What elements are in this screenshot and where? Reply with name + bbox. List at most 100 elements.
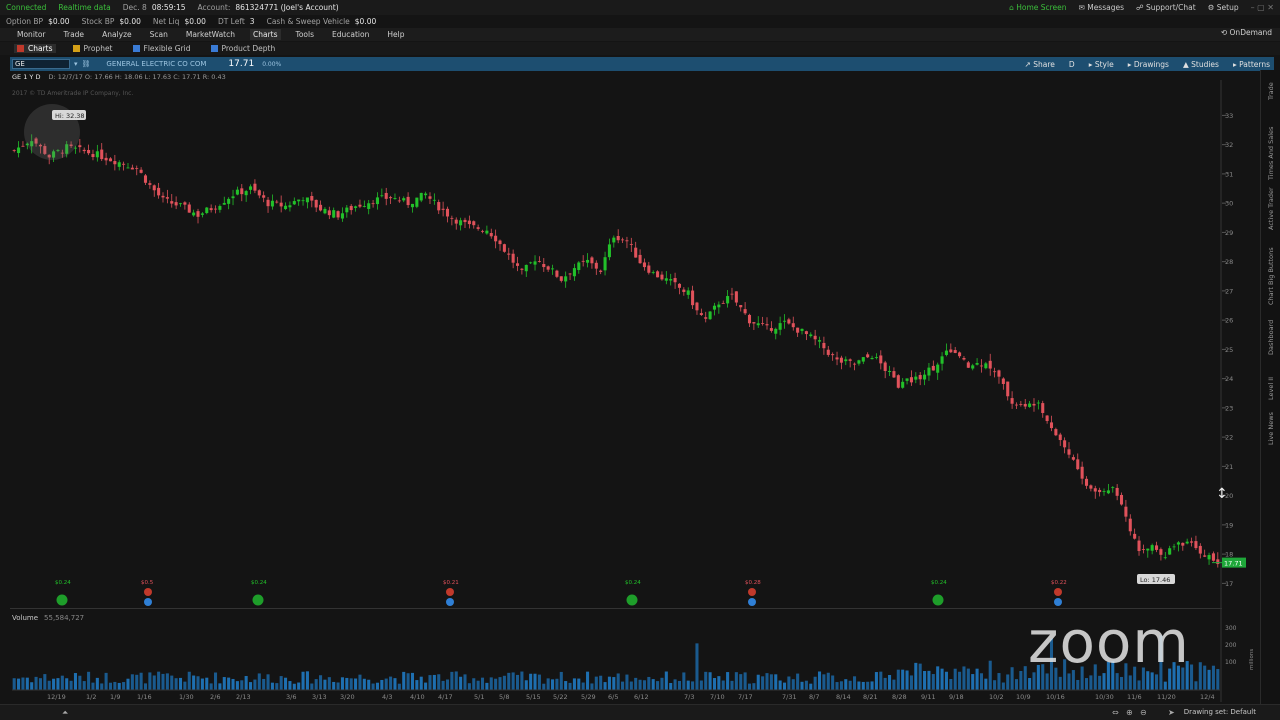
- candle-body: [21, 145, 25, 147]
- rail-tab-dashboard[interactable]: Dashboard: [1267, 320, 1275, 355]
- earnings-icon: [446, 588, 454, 596]
- candle-body: [1111, 487, 1115, 489]
- candle-body: [831, 354, 835, 356]
- chart-tool-patterns[interactable]: ▸ Patterns: [1233, 60, 1270, 69]
- messages-button[interactable]: ✉ Messages: [1079, 3, 1124, 12]
- menu-charts[interactable]: Charts: [250, 29, 281, 40]
- volume-bar: [340, 677, 344, 690]
- subtab-prophet[interactable]: Prophet: [70, 44, 116, 53]
- menu-scan[interactable]: Scan: [147, 29, 171, 40]
- candle-body: [12, 150, 16, 151]
- symbol-dropdown-icon[interactable]: ▾: [74, 60, 78, 68]
- rail-tab-times-and-sales[interactable]: Times And Sales: [1267, 127, 1275, 180]
- volume-bar: [524, 680, 528, 690]
- link-icon[interactable]: ⛓: [82, 60, 91, 68]
- rail-tab-active-trader[interactable]: Active Trader: [1267, 187, 1275, 230]
- support-chat-button[interactable]: ☍ Support/Chat: [1136, 3, 1196, 12]
- volume-bar: [682, 672, 686, 690]
- volume-bar: [844, 679, 848, 690]
- pan-icon[interactable]: ⇔: [1112, 708, 1119, 717]
- volume-bar: [165, 673, 169, 690]
- volume-bar: [358, 674, 362, 690]
- volume-bar: [1198, 662, 1202, 690]
- setup-button[interactable]: ⚙ Setup: [1208, 3, 1239, 12]
- volume-bar: [362, 678, 366, 690]
- home-screen-button[interactable]: ⌂ Home Screen: [1009, 3, 1066, 12]
- window-controls[interactable]: – ▢ ✕: [1251, 3, 1274, 12]
- account-selector[interactable]: Account: 861324771 (Joel's Account): [198, 3, 339, 12]
- candle-body: [192, 212, 196, 216]
- candle-body: [656, 271, 660, 278]
- zoom-in-icon[interactable]: ⊕: [1126, 708, 1133, 717]
- volume-bar: [489, 677, 493, 690]
- subtab-flexible-grid[interactable]: Flexible Grid: [130, 44, 194, 53]
- volume-bar: [485, 682, 489, 690]
- subtab-product-depth[interactable]: Product Depth: [208, 44, 279, 53]
- volume-bar: [43, 674, 47, 690]
- candle-body: [888, 370, 892, 372]
- volume-bar: [761, 676, 765, 690]
- subtab-charts[interactable]: Charts: [14, 44, 56, 53]
- subtab-icon: [17, 45, 24, 52]
- volume-bar: [161, 673, 165, 690]
- volume-bar: [402, 671, 406, 690]
- volume-bar: [235, 681, 239, 690]
- menu-help[interactable]: Help: [384, 29, 407, 40]
- volume-bar: [152, 675, 156, 690]
- candle-body: [1185, 541, 1189, 544]
- menu-marketwatch[interactable]: MarketWatch: [183, 29, 238, 40]
- menu-trade[interactable]: Trade: [61, 29, 88, 40]
- volume-bar: [739, 674, 743, 690]
- candle-body: [340, 213, 344, 219]
- symbol-input[interactable]: GE: [12, 59, 70, 69]
- candle-body: [1058, 434, 1062, 441]
- candle-body: [196, 211, 200, 217]
- ondemand-button[interactable]: ⟲ OnDemand: [1221, 28, 1272, 37]
- event-value-label: $0.24: [55, 580, 71, 586]
- candle-body: [511, 253, 515, 263]
- rail-tab-trade[interactable]: Trade: [1267, 82, 1275, 100]
- price-tick-label: 21: [1225, 463, 1233, 471]
- candle-body: [647, 265, 651, 273]
- candle-body: [406, 196, 410, 206]
- volume-bar: [958, 671, 962, 690]
- chart-tool-drawings[interactable]: ▸ Drawings: [1128, 60, 1169, 69]
- menu-tools[interactable]: Tools: [293, 29, 317, 40]
- candle-body: [1176, 542, 1180, 545]
- cursor-icon[interactable]: ➤: [1168, 708, 1175, 717]
- rail-tab-big-buttons[interactable]: Big Buttons: [1267, 247, 1275, 285]
- chart-tool-studies[interactable]: ▲ Studies: [1183, 60, 1219, 69]
- menu-analyze[interactable]: Analyze: [99, 29, 135, 40]
- chart-tool-share[interactable]: ↗ Share: [1025, 60, 1055, 69]
- rail-tab-live-news[interactable]: Live News: [1267, 412, 1275, 445]
- volume-bar: [1155, 674, 1159, 690]
- menu-education[interactable]: Education: [329, 29, 372, 40]
- candle-body: [1133, 533, 1137, 539]
- candle-body: [1163, 557, 1167, 559]
- volume-bar: [1058, 676, 1062, 690]
- candle-body: [721, 303, 725, 304]
- volume-bar: [664, 671, 668, 690]
- candle-body: [529, 262, 533, 264]
- chart-tool-d[interactable]: D: [1069, 60, 1075, 69]
- volume-bar: [656, 681, 660, 690]
- rail-tab-chart[interactable]: Chart: [1267, 287, 1275, 305]
- volume-bar: [336, 682, 340, 690]
- volume-bar: [428, 675, 432, 690]
- chart-tool-style[interactable]: ▸ Style: [1089, 60, 1114, 69]
- volume-bar: [883, 677, 887, 690]
- volume-bar: [901, 669, 905, 690]
- expand-up-icon[interactable]: ⏶: [62, 708, 68, 718]
- volume-bar: [380, 679, 384, 690]
- candle-body: [730, 293, 734, 295]
- zoom-out-icon[interactable]: ⊖: [1140, 708, 1147, 717]
- volume-bar: [577, 678, 581, 690]
- candle-body: [603, 257, 607, 271]
- drawing-set[interactable]: Drawing set: Default: [1184, 708, 1256, 716]
- dividend-icon: [626, 594, 638, 606]
- candle-body: [629, 243, 633, 245]
- menu-monitor[interactable]: Monitor: [14, 29, 49, 40]
- rail-tab-level-ii[interactable]: Level II: [1267, 377, 1275, 400]
- candle-body: [756, 323, 760, 326]
- candle-body: [975, 362, 979, 365]
